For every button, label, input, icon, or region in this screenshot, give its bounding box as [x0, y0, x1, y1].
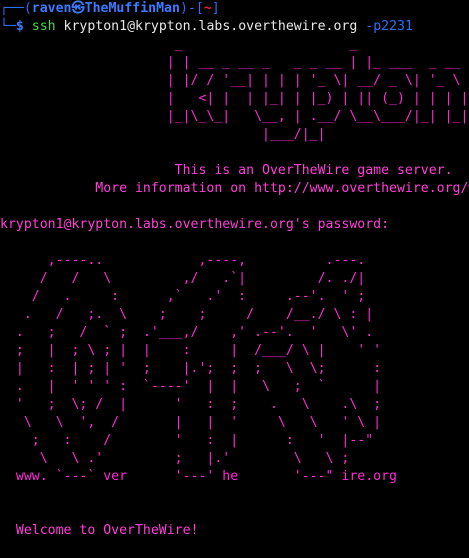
- otw-art-line: . / ;. \ ; ; / /__./ \ : |: [0, 307, 374, 322]
- otw-art-line: ,----.. ,----, .---.: [0, 253, 366, 268]
- banner-line: |___/|_|: [0, 127, 326, 142]
- banner-line: |_|\_\_| \__, | .__/ \__\___/|_| |_|: [0, 109, 469, 124]
- prompt-close-bracket: ]: [211, 1, 220, 16]
- prompt-at-icon: ㉿: [71, 1, 85, 16]
- server-info-line: This is an OverTheWire game server.: [0, 163, 453, 178]
- prompt-dollar: $: [15, 19, 32, 34]
- otw-art-line: \ \ ', / | | ' \ \ ' \ |: [0, 415, 382, 430]
- otw-art-line: ; | ; \ ; | | : | /___/ \ | ' ': [0, 343, 382, 358]
- otw-art-line: . ; / ` ; .'___,/ ,' .--'. ' \' .: [0, 325, 374, 340]
- welcome-message: Welcome to OverTheWire!: [0, 523, 199, 538]
- command-line: └─$ ssh krypton1@krypton.labs.overthewir…: [0, 18, 413, 36]
- password-prompt: krypton1@krypton.labs.overthewire.org's …: [0, 217, 397, 232]
- banner-line: _ _: [0, 37, 358, 52]
- otw-art-line: / / \ ,/ .`| /. ./|: [0, 271, 366, 286]
- prompt-box-bottom: └─: [0, 19, 16, 34]
- command-option: -p2231: [365, 19, 413, 34]
- prompt-host: TheMuffinMan: [84, 1, 180, 16]
- terminal-window[interactable]: ┌──(raven㉿TheMuffinMan)-[~] └─$ ssh kryp…: [0, 0, 469, 558]
- command-name: ssh: [31, 19, 56, 34]
- otw-art-line: / . : ,` .' : .--'. ' ;: [0, 289, 366, 304]
- banner-line: | | __ _ __ _ _ _ __ | |_ ___ _ __: [0, 55, 461, 70]
- server-info-line: More information on http://www.overthewi…: [95, 181, 469, 196]
- otw-art-line: ' ; \; / | ' : ; . \ .\ ;: [0, 397, 382, 412]
- otw-art-line: www. `---` ver '---' he '---" ire.org: [0, 469, 397, 484]
- command-target: krypton1@krypton.labs.overthewire.org: [55, 19, 366, 34]
- prompt-box-top: ┌──(: [0, 1, 32, 16]
- banner-line: | |/ / '__| | | | '_ \| __/ _ \| '_ \: [0, 73, 461, 88]
- otw-art-line: ; : / ' : | : ' |--": [0, 433, 374, 448]
- banner-line: | <| | | |_| | |_) | || (_) | | | |: [0, 91, 469, 106]
- otw-art-line: . | ' ' ' : `----' | | \ ; ` |: [0, 379, 382, 394]
- prompt-cwd: ~: [203, 1, 212, 16]
- prompt-header: ┌──(raven㉿TheMuffinMan)-[~]: [0, 0, 220, 18]
- otw-art-line: \ \ .' ; |.' \ \ ;: [0, 451, 350, 466]
- prompt-separator: )-[: [179, 1, 204, 16]
- prompt-user: raven: [31, 1, 72, 16]
- otw-art-line: | : | ; | ' ; |.'; ; ; \ \; :: [0, 361, 382, 376]
